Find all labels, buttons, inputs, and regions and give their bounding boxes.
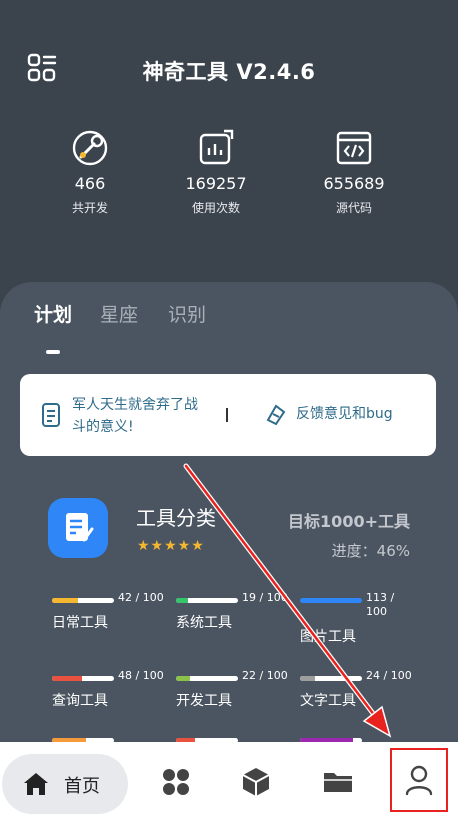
tool-progress-fill (176, 598, 188, 603)
chart-icon (199, 129, 234, 165)
tool-count: 19 / 100 (242, 591, 288, 604)
tool-progress-bar (176, 598, 238, 603)
bottom-nav: 首页 (0, 742, 458, 820)
tool-progress-bar (52, 598, 114, 603)
user-icon (405, 765, 433, 796)
stat-source-value: 655689 (323, 174, 385, 193)
tool-count: 22 / 100 (242, 669, 288, 682)
folder-icon (324, 773, 352, 792)
stat-developed: 466 共开发 (30, 128, 150, 216)
apps-icon (163, 769, 189, 795)
tool-system[interactable]: 19 / 100 系统工具 (176, 590, 296, 638)
goal-text: 目标1000+工具 (288, 512, 410, 531)
stat-source-label: 源代码 (335, 201, 372, 215)
stat-usage-value: 169257 (185, 174, 247, 193)
content-panel: 计划 星座 识别 军人天生就舍弃了战斗的意义! 反馈意见和bug 工具分类 ★★… (0, 282, 458, 752)
tab-constellation[interactable]: 星座 (100, 300, 138, 327)
nav-cube[interactable] (232, 758, 280, 806)
notice-card: 军人天生就舍弃了战斗的意义! 反馈意见和bug (20, 374, 436, 456)
wrench-icon (72, 130, 108, 166)
tool-progress-bar (300, 676, 362, 681)
stat-usage-label: 使用次数 (191, 201, 240, 215)
app-title: 神奇工具 V2.4.6 (142, 60, 316, 84)
cube-icon (242, 768, 270, 796)
tool-name: 图片工具 (300, 629, 356, 645)
tool-progress-fill (300, 676, 315, 681)
category-title: 工具分类 (136, 506, 216, 530)
tool-name: 文字工具 (300, 693, 356, 709)
tool-progress-bar (52, 676, 114, 681)
code-icon (336, 131, 372, 165)
document-icon (42, 403, 60, 427)
rating-stars: ★★★★★ (137, 538, 205, 554)
tool-progress-fill (300, 598, 362, 603)
card-separator (226, 408, 228, 422)
nav-home-label: 首页 (64, 776, 100, 797)
active-tab-indicator (46, 350, 60, 354)
tool-name: 系统工具 (176, 615, 232, 631)
stat-developed-value: 466 (74, 174, 106, 193)
edit-document-icon (66, 513, 94, 542)
tool-count: 48 / 100 (118, 669, 164, 682)
tool-text[interactable]: 24 / 100 文字工具 (300, 668, 420, 716)
tool-progress-bar (300, 598, 362, 603)
tool-daily[interactable]: 42 / 100 日常工具 (52, 590, 172, 638)
header-area: 神奇工具 V2.4.6 466 共开发 169257 使用次数 655689 源… (0, 0, 458, 300)
tab-plan[interactable]: 计划 (34, 300, 72, 327)
tool-dev[interactable]: 22 / 100 开发工具 (176, 668, 296, 716)
tool-progress-fill (52, 676, 82, 681)
tab-recognize[interactable]: 识别 (168, 300, 206, 327)
notice-text: 军人天生就舍弃了战斗的意义! (72, 397, 198, 435)
tool-image[interactable]: 113 / 100 图片工具 (300, 590, 420, 645)
tool-name: 开发工具 (176, 693, 232, 709)
stats-row: 466 共开发 169257 使用次数 655689 源代码 (0, 128, 458, 228)
home-icon (24, 773, 48, 795)
stat-usage: 169257 使用次数 (156, 128, 276, 216)
stat-source: 655689 源代码 (294, 128, 414, 216)
tool-progress-fill (176, 676, 190, 681)
nav-folder[interactable] (314, 758, 362, 806)
feedback-label: 反馈意见和bug (296, 406, 393, 422)
tool-count: 42 / 100 (118, 591, 164, 604)
tool-name: 日常工具 (52, 615, 108, 631)
tool-progress-fill (52, 598, 79, 603)
nav-user[interactable] (390, 748, 448, 812)
tool-progress-bar (176, 676, 238, 681)
overall-progress: 进度：46% (331, 542, 410, 560)
nav-apps[interactable] (152, 758, 200, 806)
tool-query[interactable]: 48 / 100 查询工具 (52, 668, 172, 716)
nav-home[interactable]: 首页 (2, 754, 128, 814)
category-icon (48, 498, 108, 558)
stat-developed-label: 共开发 (71, 201, 108, 215)
tool-name: 查询工具 (52, 693, 108, 709)
tool-count: 24 / 100 (366, 669, 412, 682)
feedback-icon (266, 404, 286, 426)
tool-count: 113 / 100 (366, 591, 395, 618)
